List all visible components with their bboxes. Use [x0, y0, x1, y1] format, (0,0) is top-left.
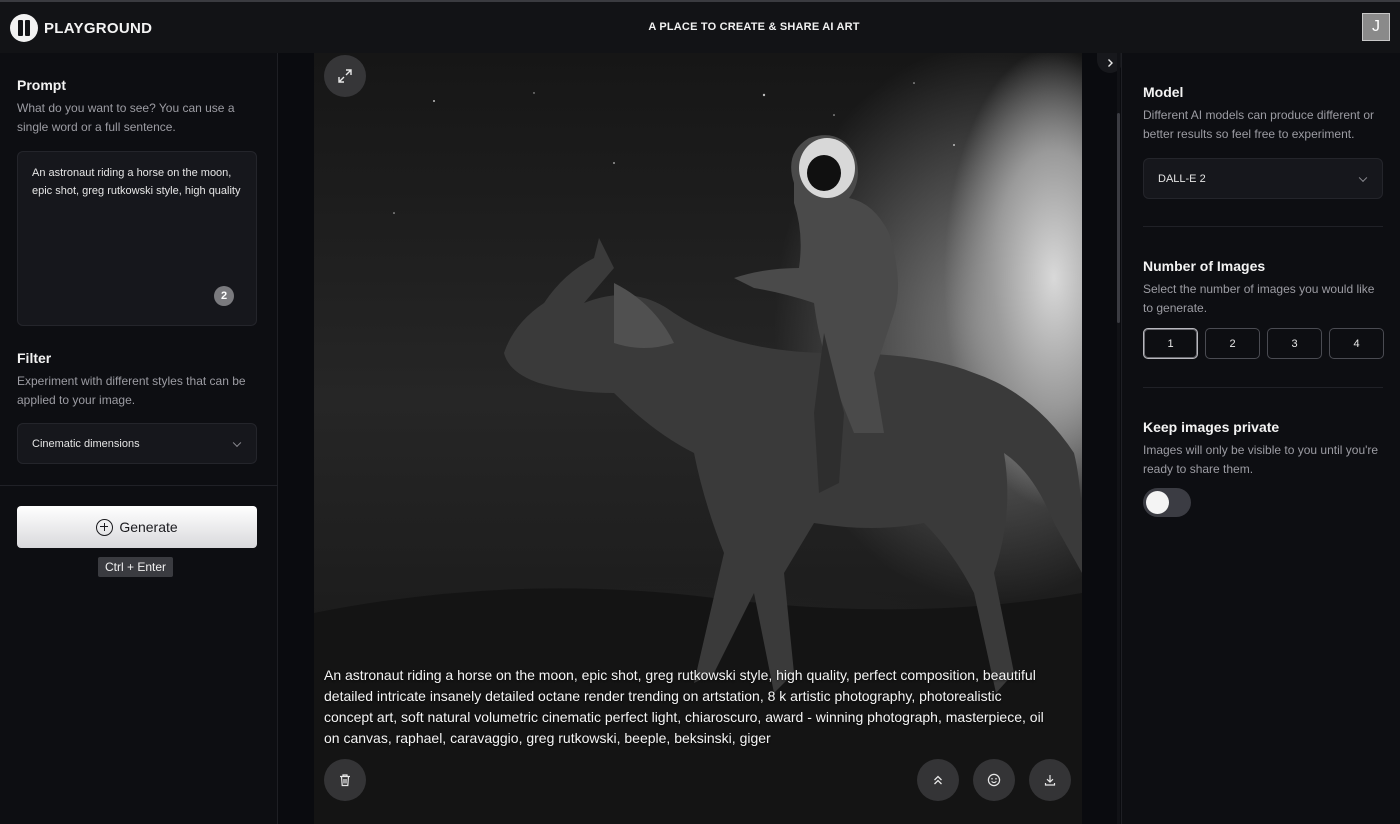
- left-panel: Prompt What do you want to see? You can …: [0, 53, 278, 824]
- model-selected-value: DALL-E 2: [1158, 172, 1206, 185]
- chevron-right-icon: [1108, 59, 1113, 67]
- model-select[interactable]: DALL-E 2: [1143, 158, 1383, 199]
- filter-section: Filter Experiment with different styles …: [17, 350, 260, 410]
- generate-button[interactable]: Generate: [17, 506, 257, 548]
- privacy-description: Images will only be visible to you until…: [1143, 443, 1379, 476]
- divider: [1143, 226, 1383, 227]
- image-count-option-4[interactable]: 4: [1329, 328, 1384, 359]
- top-bar: PLAYGROUND A PLACE TO CREATE & SHARE AI …: [0, 0, 1400, 53]
- download-icon: [1044, 775, 1056, 786]
- number-of-images-title: Number of Images: [1143, 258, 1266, 274]
- private-images-toggle[interactable]: [1143, 488, 1191, 517]
- model-description: Different AI models can produce differen…: [1143, 108, 1375, 141]
- number-of-images-section: Number of Images Select the number of im…: [1143, 258, 1383, 318]
- prompt-count-badge: 2: [214, 286, 234, 306]
- number-of-images-options: 1 2 3 4: [1143, 328, 1384, 359]
- model-title: Model: [1143, 84, 1184, 100]
- prompt-description: What do you want to see? You can use a s…: [17, 101, 235, 134]
- filter-description: Experiment with different styles that ca…: [17, 374, 246, 407]
- delete-button[interactable]: [324, 759, 366, 801]
- privacy-title: Keep images private: [1143, 419, 1280, 435]
- smiley-icon: [987, 773, 1001, 787]
- upscale-button[interactable]: [917, 759, 959, 801]
- image-count-option-2[interactable]: 2: [1205, 328, 1260, 359]
- prompt-input[interactable]: An astronaut riding a horse on the moon,…: [17, 151, 257, 326]
- prompt-title: Prompt: [17, 77, 66, 93]
- generate-label: Generate: [119, 519, 178, 535]
- image-count-option-3[interactable]: 3: [1267, 328, 1322, 359]
- filter-select[interactable]: Cinematic dimensions: [17, 423, 257, 464]
- toggle-knob: [1146, 491, 1169, 514]
- prompt-text: An astronaut riding a horse on the moon,…: [32, 167, 241, 197]
- image-prompt-caption: An astronaut riding a horse on the moon,…: [324, 667, 1044, 746]
- number-of-images-description: Select the number of images you would li…: [1143, 282, 1375, 315]
- right-panel: Model Different AI models can produce di…: [1121, 53, 1400, 824]
- keyboard-shortcut-hint: Ctrl + Enter: [98, 557, 174, 577]
- model-section: Model Different AI models can produce di…: [1143, 84, 1383, 144]
- chevrons-up-icon: [934, 775, 942, 785]
- filter-selected-value: Cinematic dimensions: [32, 437, 140, 450]
- prompt-section: Prompt What do you want to see? You can …: [17, 77, 260, 137]
- image-viewer: An astronaut riding a horse on the moon,…: [279, 53, 1123, 824]
- tagline: A PLACE TO CREATE & SHARE AI ART: [648, 21, 860, 33]
- image-count-option-1[interactable]: 1: [1143, 328, 1198, 359]
- privacy-section: Keep images private Images will only be …: [1143, 419, 1383, 479]
- chevron-down-icon: [232, 438, 242, 447]
- trash-icon: [340, 774, 350, 787]
- divider: [1143, 387, 1383, 388]
- download-button[interactable]: [1029, 759, 1071, 801]
- filter-title: Filter: [17, 350, 52, 366]
- expand-button[interactable]: [324, 55, 366, 97]
- react-button[interactable]: [973, 759, 1015, 801]
- divider: [0, 485, 278, 486]
- chevron-down-icon: [1358, 173, 1368, 182]
- expand-icon: [338, 69, 352, 83]
- scrollbar-thumb[interactable]: [1117, 113, 1120, 323]
- plus-circle-icon: [96, 518, 114, 536]
- user-avatar[interactable]: J: [1362, 13, 1390, 41]
